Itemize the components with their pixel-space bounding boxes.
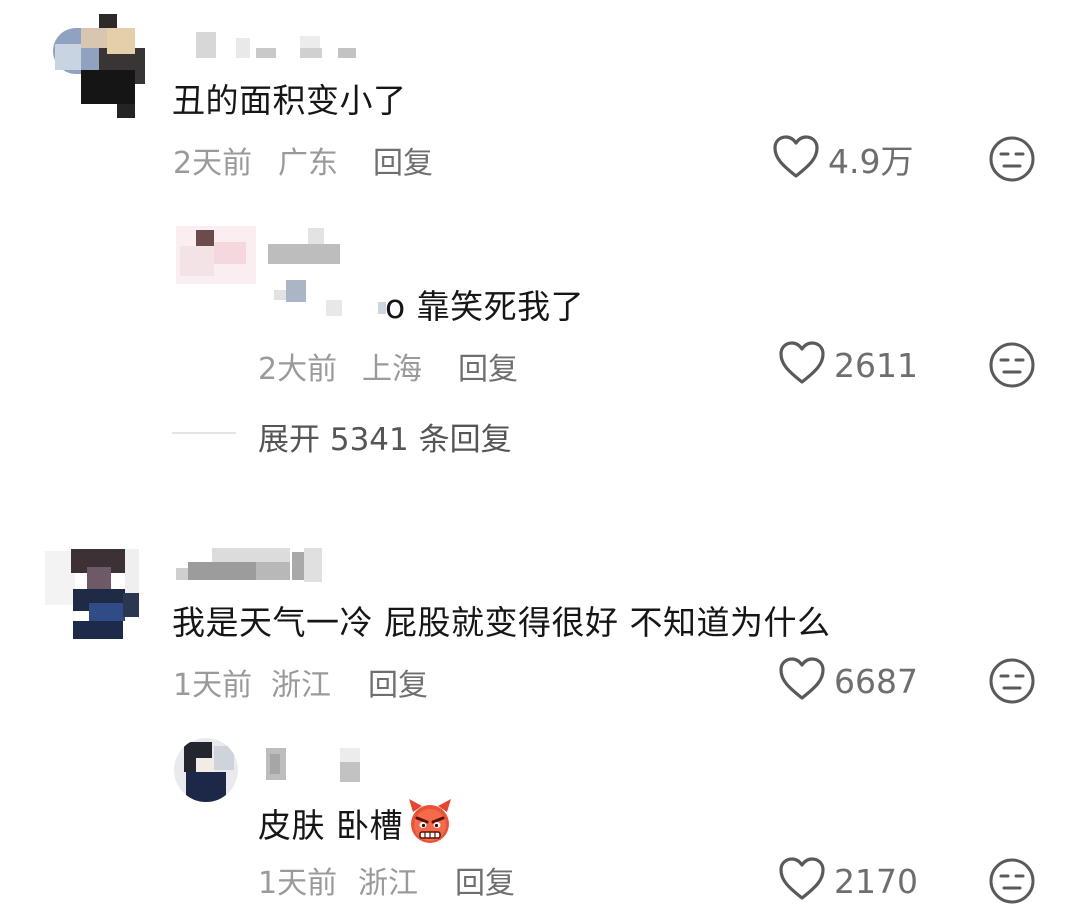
expand-replies-label[interactable]: 展开 5341 条回复 — [258, 414, 512, 459]
reply-meta-location: 上海 — [362, 352, 422, 387]
username-blurred[interactable] — [268, 228, 388, 318]
heart-outline-icon — [778, 656, 826, 706]
like-button[interactable]: 4.9万 — [772, 134, 913, 184]
comment-meta-time: 1天前 — [173, 668, 253, 703]
username-blurred[interactable] — [176, 548, 326, 584]
like-count: 6687 — [834, 661, 918, 701]
angry-devil-emoji — [405, 796, 455, 850]
avatar[interactable] — [174, 738, 238, 802]
comment-text: 我是天气一冷 屁股就变得很好 不知道为什么 — [172, 603, 831, 642]
like-count: 2170 — [834, 861, 918, 901]
heart-outline-icon — [778, 340, 826, 390]
reply-meta-time: 1天前 — [258, 866, 338, 901]
expressionless-face-icon[interactable] — [988, 657, 1036, 709]
reply-button[interactable]: 回复 — [373, 138, 433, 182]
like-count: 2611 — [834, 345, 918, 385]
comment-meta-location: 浙江 — [271, 668, 331, 703]
avatar[interactable] — [45, 533, 145, 641]
reply-text: o 靠笑死我了 — [385, 287, 585, 326]
comment-meta-location: 广东 — [278, 146, 338, 181]
username-blurred[interactable] — [196, 30, 366, 60]
reply-text: 皮肤 卧槽 — [258, 806, 403, 845]
expressionless-face-icon[interactable] — [988, 857, 1036, 909]
reply-content: 皮肤 卧槽 — [258, 796, 455, 850]
comment-meta-time: 2天前 — [173, 146, 253, 181]
like-button[interactable]: 2611 — [778, 340, 918, 390]
like-button[interactable]: 2170 — [778, 856, 918, 906]
avatar[interactable] — [45, 14, 145, 118]
like-button[interactable]: 6687 — [778, 656, 918, 706]
reply-button[interactable]: 回复 — [455, 858, 515, 902]
reply-button[interactable]: 回复 — [458, 344, 518, 388]
heart-outline-icon — [772, 134, 820, 184]
avatar[interactable] — [176, 226, 256, 284]
like-count: 4.9万 — [828, 142, 914, 181]
heart-outline-icon — [778, 856, 826, 906]
reply-meta-location: 浙江 — [358, 866, 418, 901]
divider — [172, 432, 236, 434]
comment-text: 丑的面积变小了 — [172, 81, 407, 120]
reply-meta-time: 2大前 — [258, 352, 338, 387]
expressionless-face-icon[interactable] — [988, 341, 1036, 393]
reply-button[interactable]: 回复 — [368, 660, 428, 704]
expressionless-face-icon[interactable] — [988, 135, 1036, 187]
username-blurred[interactable] — [266, 748, 366, 784]
